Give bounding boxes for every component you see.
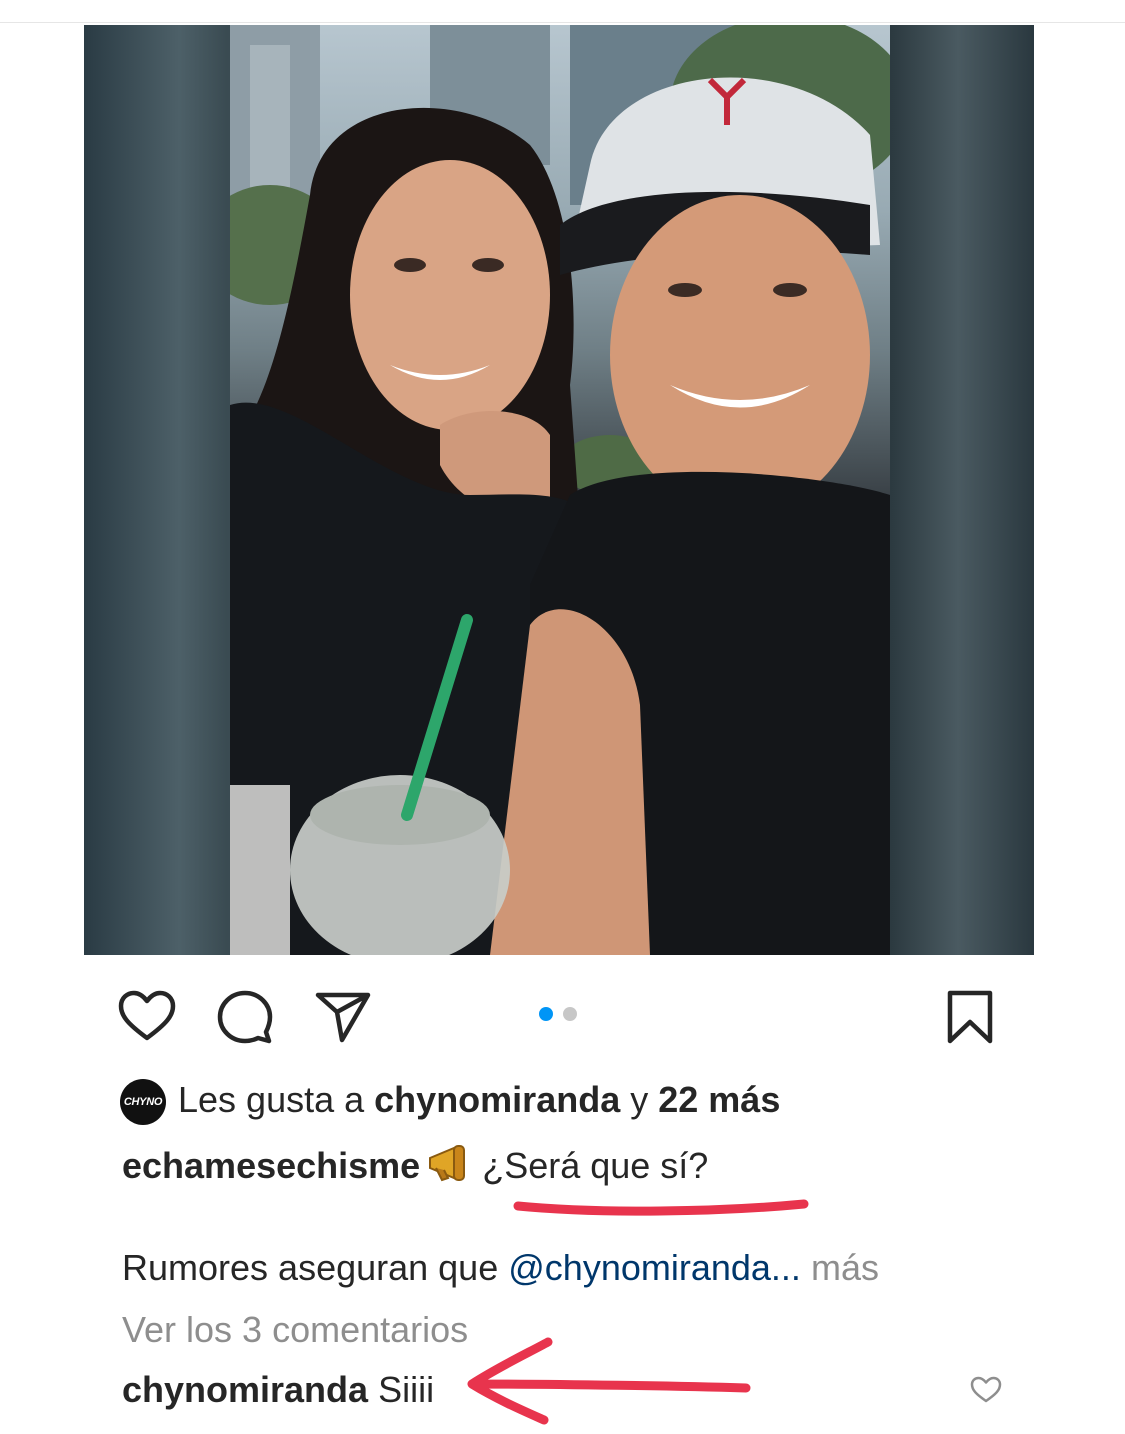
caption-username[interactable]: echamesechisme (122, 1145, 420, 1186)
more-link[interactable]: más (811, 1247, 879, 1288)
likes-prefix: Les gusta a (178, 1079, 365, 1120)
post-description: Rumores aseguran que @chynomiranda... má… (122, 1246, 879, 1290)
carousel-dot (563, 1007, 577, 1021)
small-heart-icon[interactable] (970, 1376, 1002, 1404)
liker-username[interactable]: chynomiranda (374, 1079, 620, 1120)
arrow-annotation (467, 1337, 751, 1425)
likes-conj: y (630, 1079, 649, 1120)
top-divider (0, 22, 1125, 23)
post-caption: echamesechisme ¿Será que sí? (122, 1144, 708, 1188)
photo-illustration (230, 25, 890, 955)
comment-bubble-icon[interactable] (216, 989, 274, 1045)
megaphone-icon (429, 1145, 466, 1182)
description-text: Rumores aseguran que (122, 1247, 499, 1288)
likes-others[interactable]: 22 más (658, 1079, 780, 1120)
underline-annotation (513, 1199, 809, 1216)
paper-plane-icon[interactable] (314, 990, 372, 1044)
comment-username[interactable]: chynomiranda (122, 1369, 368, 1410)
comment-text: Siiii (378, 1369, 435, 1410)
caption-text: ¿Será que sí? (482, 1145, 709, 1186)
view-comments-link[interactable]: Ver los 3 comentarios (122, 1308, 468, 1352)
carousel-indicator (539, 1007, 579, 1021)
bookmark-icon[interactable] (946, 989, 994, 1045)
liker-avatar[interactable]: CHYNO (120, 1079, 166, 1126)
photo-content (230, 25, 890, 955)
post-image[interactable] (84, 25, 1034, 955)
carousel-dot-active (539, 1007, 553, 1021)
comment-row: chynomiranda Siiii (122, 1368, 434, 1412)
heart-icon[interactable] (118, 990, 176, 1042)
mention-link[interactable]: @chynomiranda... (508, 1247, 801, 1288)
likes-summary[interactable]: CHYNO Les gusta a chynomiranda y 22 más (120, 1078, 780, 1126)
